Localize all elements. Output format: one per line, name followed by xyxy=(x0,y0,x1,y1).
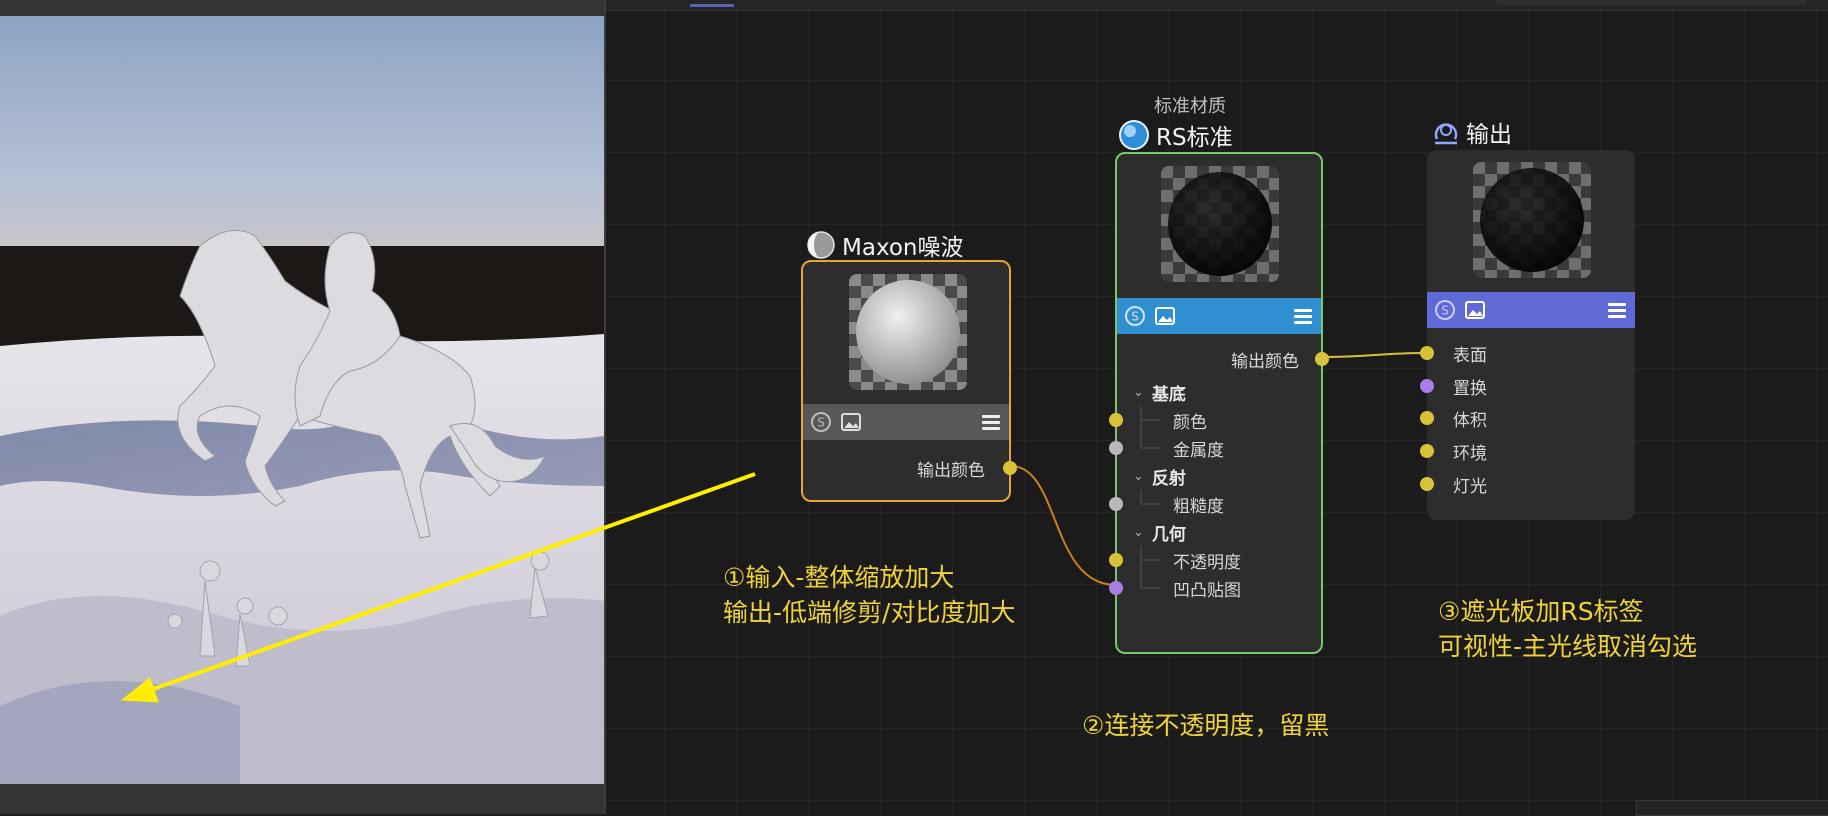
image-icon[interactable] xyxy=(1465,300,1485,320)
wire-rs-to-surface xyxy=(1322,352,1428,358)
noise-output-label: 输出颜色 xyxy=(917,460,985,481)
annotation-step1-line1: ①输入-整体缩放加大 xyxy=(723,563,955,592)
rs-standard-node[interactable]: S 输出颜色 ⌄ 基底 颜色 金属度 ⌄ 反射 粗糙度 ⌄ 几何 不透明度 凹凸… xyxy=(1109,152,1329,654)
annotation-step3-line2: 可视性-主光线取消勾选 xyxy=(1438,632,1698,661)
redshift-s-icon[interactable]: S xyxy=(1435,300,1455,320)
rs-standard-icon xyxy=(1119,120,1149,150)
output-node-title[interactable]: 输出 xyxy=(1432,115,1512,149)
port-row-environment[interactable]: 环境 xyxy=(1453,437,1487,465)
annotation-step2: ②连接不透明度，留黑 xyxy=(1082,711,1330,740)
port-environment-label: 环境 xyxy=(1453,443,1487,464)
noise-output-port[interactable] xyxy=(1003,461,1017,475)
svg-text:S: S xyxy=(817,416,825,430)
annotation-step3-line1: ③遮光板加RS标签 xyxy=(1438,597,1644,626)
rs-node-title[interactable]: RS标准 xyxy=(1118,118,1233,152)
wire-noise-to-opacity xyxy=(1010,465,1117,586)
input-port-environment[interactable] xyxy=(1420,444,1434,458)
input-port-volume[interactable] xyxy=(1420,411,1434,425)
noise-node[interactable]: S 输出颜色 xyxy=(801,260,1017,502)
port-surface-label: 表面 xyxy=(1453,345,1487,366)
annotation-step1-line2: 输出-低端修剪/对比度加大 xyxy=(723,598,1016,627)
output-node-title-text: 输出 xyxy=(1466,122,1512,148)
port-row-surface[interactable]: 表面 xyxy=(1453,339,1487,367)
noise-node-title[interactable]: Maxon噪波 xyxy=(806,228,964,262)
port-displacement-label: 置换 xyxy=(1453,378,1487,399)
redshift-s-icon[interactable]: S xyxy=(811,412,831,432)
noise-node-toolbar: S xyxy=(803,404,1009,440)
output-node[interactable]: S 表面 置换 体积 环境 灯光 xyxy=(1420,150,1635,520)
hamburger-menu-icon[interactable] xyxy=(1607,300,1627,320)
hamburger-menu-icon[interactable] xyxy=(981,412,1001,432)
input-port-surface[interactable] xyxy=(1420,346,1434,360)
output-node-toolbar: S xyxy=(1427,292,1635,328)
annotation-step3: ③遮光板加RS标签 可视性-主光线取消勾选 xyxy=(1438,594,1697,664)
output-preview xyxy=(1473,162,1591,278)
image-icon[interactable] xyxy=(841,412,861,432)
port-volume-label: 体积 xyxy=(1453,410,1487,431)
input-port-displacement[interactable] xyxy=(1420,379,1434,393)
port-row-volume[interactable]: 体积 xyxy=(1453,404,1487,432)
annotation-step1: ①输入-整体缩放加大 输出-低端修剪/对比度加大 xyxy=(723,560,1015,630)
noise-preview xyxy=(849,274,967,390)
port-row-displacement[interactable]: 置换 xyxy=(1453,372,1487,400)
rs-node-title-text: RS标准 xyxy=(1156,125,1233,151)
rs-node-subtitle: 标准材质 xyxy=(1154,96,1226,117)
noise-output-port-row[interactable]: 输出颜色 xyxy=(917,454,985,482)
noise-node-icon xyxy=(807,231,835,259)
svg-text:S: S xyxy=(1441,304,1449,318)
input-port-light[interactable] xyxy=(1420,477,1434,491)
noise-node-title-text: Maxon噪波 xyxy=(842,235,964,261)
output-node-icon xyxy=(1434,123,1458,145)
yellow-arrow xyxy=(120,472,756,703)
port-light-label: 灯光 xyxy=(1453,476,1487,497)
port-row-light[interactable]: 灯光 xyxy=(1453,470,1487,498)
tree-guides xyxy=(1140,406,1161,589)
